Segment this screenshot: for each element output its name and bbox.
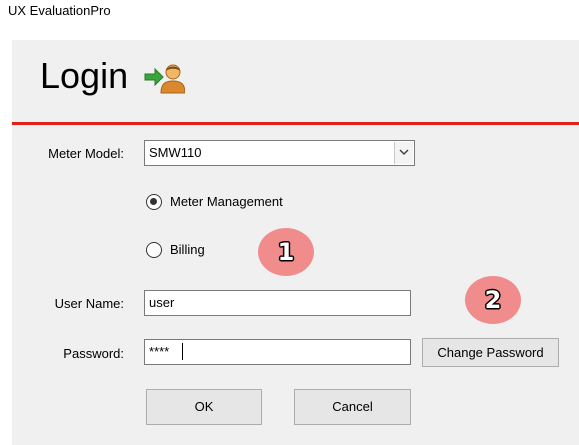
password-value: ****: [149, 344, 170, 359]
username-label: User Name:: [54, 296, 124, 311]
login-user-arrow-icon: [143, 60, 186, 94]
change-password-button[interactable]: Change Password: [422, 338, 559, 367]
ok-button-label: OK: [194, 399, 214, 414]
radio-billing[interactable]: Billing: [146, 241, 246, 261]
dialog-header: Login: [12, 40, 579, 122]
cancel-button[interactable]: Cancel: [294, 389, 411, 425]
radio-billing-label[interactable]: Billing: [170, 242, 205, 257]
page-title: Login: [40, 55, 129, 96]
radio-button-unchecked[interactable]: [146, 242, 162, 258]
change-password-button-label: Change Password: [437, 345, 544, 360]
meter-model-select[interactable]: SMW110: [144, 140, 415, 166]
radio-meter-management-label[interactable]: Meter Management: [170, 194, 283, 209]
annotation-badge-1: 1: [258, 228, 314, 276]
ok-button[interactable]: OK: [146, 389, 262, 425]
password-label: Password:: [63, 346, 124, 361]
login-dialog: Login Meter Model: SMW110 Meter Manageme…: [12, 40, 579, 445]
dropdown-button[interactable]: [394, 142, 413, 164]
radio-meter-management[interactable]: Meter Management: [146, 193, 346, 213]
cancel-button-label: Cancel: [332, 399, 373, 414]
username-value: user: [149, 295, 175, 310]
window-title: UX EvaluationPro: [8, 3, 111, 18]
password-input[interactable]: ****: [144, 339, 411, 365]
annotation-badge-2: 2: [465, 276, 521, 324]
text-caret: [182, 343, 183, 360]
meter-model-label: Meter Model:: [48, 146, 124, 161]
header-divider: [12, 122, 579, 125]
meter-model-value: SMW110: [149, 145, 202, 160]
chevron-down-icon: [399, 149, 409, 156]
username-input[interactable]: user: [144, 290, 411, 316]
radio-selected-dot: [150, 198, 157, 205]
radio-button-checked[interactable]: [146, 194, 162, 210]
